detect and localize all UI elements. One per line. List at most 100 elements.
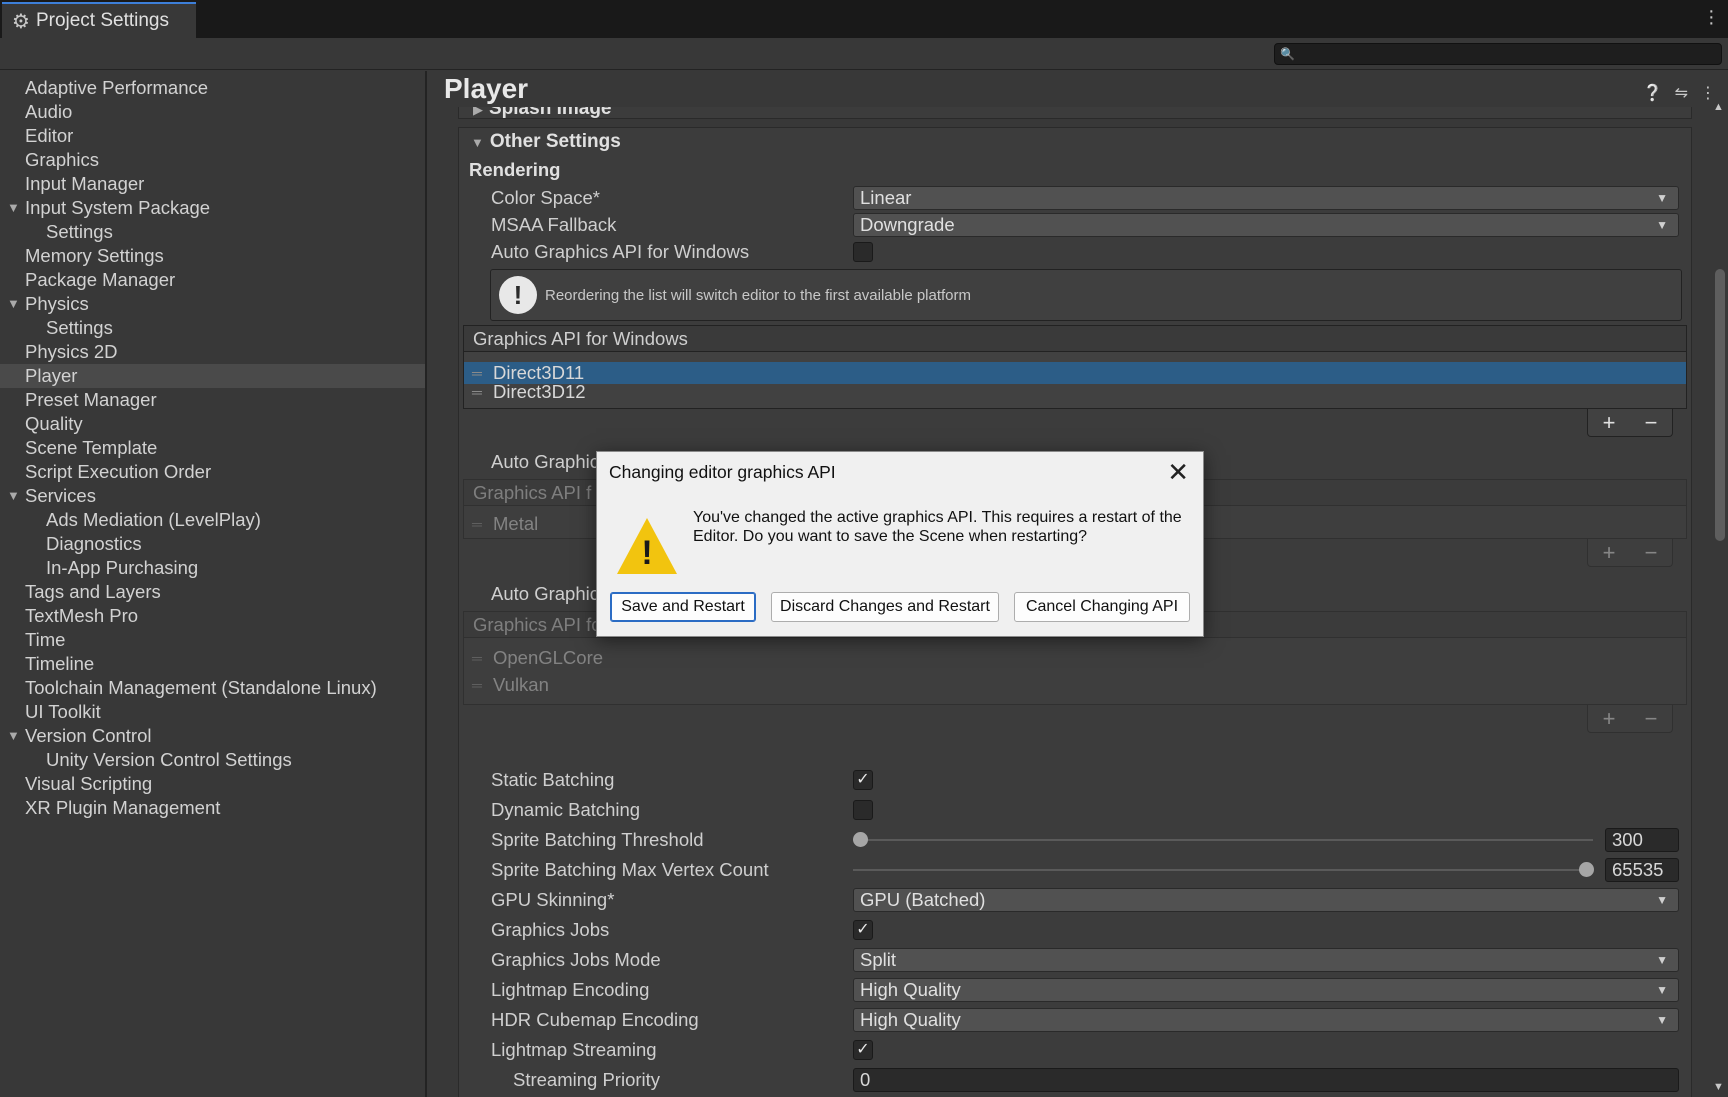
color-space-dropdown[interactable]: Linear ▼ [853,186,1679,210]
graphics-api-dialog: Changing editor graphics API ✕ ! You've … [596,451,1204,637]
gpu-skinning-dropdown[interactable]: GPU (Batched) ▼ [853,888,1679,912]
sprite-max-vertex-slider-track[interactable] [853,869,1593,871]
close-icon[interactable]: ✕ [1167,458,1189,486]
cancel-changing-api-button[interactable]: Cancel Changing API [1014,592,1190,622]
lightmap-encoding-dropdown[interactable]: High Quality ▼ [853,978,1679,1002]
sidebar-item-package-manager[interactable]: Package Manager [0,268,425,292]
sidebar-item-unity-version-control-settings[interactable]: Unity Version Control Settings [0,748,425,772]
hdr-cubemap-dropdown[interactable]: High Quality ▼ [853,1008,1679,1032]
remove-icon[interactable]: − [1645,540,1658,566]
drag-handle-icon[interactable]: ═ [472,384,482,400]
msaa-fallback-label: MSAA Fallback [491,214,617,235]
project-settings-tab[interactable]: ⚙ Project Settings [2,2,196,38]
auto-graphics-windows-checkbox[interactable] [853,242,873,262]
sidebar-item-input-manager[interactable]: Input Manager [0,172,425,196]
sprite-threshold-value-field[interactable]: 300 [1605,828,1679,852]
discard-changes-and-restart-button[interactable]: Discard Changes and Restart [771,592,999,622]
sidebar-item-scene-template[interactable]: Scene Template [0,436,425,460]
sidebar-item-ads-mediation-levelplay[interactable]: Ads Mediation (LevelPlay) [0,508,425,532]
sidebar-item-toolchain-management-standalone-linux[interactable]: Toolchain Management (Standalone Linux) [0,676,425,700]
color-space-label: Color Space* [491,187,601,208]
search-icon: 🔍 [1280,47,1295,61]
sidebar-item-in-app-purchasing[interactable]: In-App Purchasing [0,556,425,580]
sidebar-item-version-control[interactable]: ▼ Version Control [0,724,425,748]
vertical-scrollbar[interactable] [1711,101,1727,1097]
streaming-priority-field[interactable]: 0 [853,1068,1679,1092]
presets-icon[interactable]: ⇋ [1675,83,1688,103]
static-batching-checkbox[interactable]: ✓ [853,770,873,790]
list-item-vulkan[interactable]: ═ Vulkan [464,673,1686,697]
remove-icon[interactable]: − [1645,706,1658,732]
sidebar-item-timeline[interactable]: Timeline [0,652,425,676]
expand-arrow-icon: ▶ [473,107,483,117]
sprite-threshold-slider-track[interactable] [853,839,1593,841]
sidebar-item-script-execution-order[interactable]: Script Execution Order [0,460,425,484]
drag-handle-icon[interactable]: ═ [472,673,482,697]
sidebar-item-physics[interactable]: ▼ Physics [0,292,425,316]
window-menu-icon[interactable]: · · · [1708,1,1715,33]
search-input[interactable] [1274,43,1722,65]
sprite-max-vertex-slider-thumb[interactable] [1579,862,1594,877]
dynamic-batching-checkbox[interactable] [853,800,873,820]
drag-handle-icon[interactable]: ═ [472,362,482,384]
sidebar-item-input-system-package[interactable]: ▼ Input System Package [0,196,425,220]
sidebar-item-diagnostics[interactable]: Diagnostics [0,532,425,556]
save-and-restart-button[interactable]: Save and Restart [610,592,756,622]
sidebar-item-audio[interactable]: Audio [0,100,425,124]
sidebar-item-time[interactable]: Time [0,628,425,652]
static-batching-row: Static Batching ✓ [491,767,1679,793]
graphics-jobs-mode-dropdown[interactable]: Split ▼ [853,948,1679,972]
scroll-up-arrow-icon[interactable]: ▲ [1713,101,1724,113]
drag-handle-icon[interactable]: ═ [472,512,482,536]
sidebar-item-graphics[interactable]: Graphics [0,148,425,172]
sidebar-item-xr-plugin-management[interactable]: XR Plugin Management [0,796,425,820]
add-icon[interactable]: + [1603,540,1616,566]
scroll-down-arrow-icon[interactable]: ▼ [1713,1081,1724,1093]
help-icon[interactable]: ❔ [1643,83,1663,103]
sidebar-item-player[interactable]: Player [0,364,425,388]
sprite-max-vertex-value-field[interactable]: 65535 [1605,858,1679,882]
sidebar-item-preset-manager[interactable]: Preset Manager [0,388,425,412]
expand-arrow-icon[interactable]: ▼ [7,484,20,508]
sidebar-item-adaptive-performance[interactable]: Adaptive Performance [0,76,425,100]
other-settings-header[interactable]: ▼ Other Settings [471,131,621,153]
sidebar-item-label: Input Manager [25,173,145,194]
sidebar-item-settings[interactable]: Settings [0,220,425,244]
sidebar-item-tags-and-layers[interactable]: Tags and Layers [0,580,425,604]
collapse-arrow-icon: ▼ [471,135,484,150]
more-options-icon[interactable]: ⋮ [1700,83,1716,103]
expand-arrow-icon[interactable]: ▼ [7,196,20,220]
list-item-direct3d12[interactable]: ═ Direct3D12 [464,382,1686,404]
list-item-openglcore[interactable]: ═ OpenGLCore [464,646,1686,670]
scrollbar-thumb[interactable] [1715,269,1725,541]
sprite-max-vertex-label: Sprite Batching Max Vertex Count [491,859,769,880]
add-icon[interactable]: + [1603,706,1616,732]
sidebar-item-visual-scripting[interactable]: Visual Scripting [0,772,425,796]
msaa-fallback-dropdown[interactable]: Downgrade ▼ [853,213,1679,237]
gpu-skinning-label: GPU Skinning* [491,889,615,910]
sidebar-item-label: Memory Settings [25,245,164,266]
sidebar-item-label: Ads Mediation (LevelPlay) [46,509,261,530]
sidebar-item-services[interactable]: ▼ Services [0,484,425,508]
dropdown-caret-icon: ▼ [1656,1013,1668,1027]
sidebar-item-quality[interactable]: Quality [0,412,425,436]
sprite-threshold-slider-thumb[interactable] [853,832,868,847]
drag-handle-icon[interactable]: ═ [472,646,482,670]
expand-arrow-icon[interactable]: ▼ [7,724,20,748]
splash-image-section[interactable]: ▶ Splash Image [458,107,1692,119]
sidebar-item-ui-toolkit[interactable]: UI Toolkit [0,700,425,724]
lightmap-streaming-checkbox[interactable]: ✓ [853,1040,873,1060]
sidebar-item-physics-2d[interactable]: Physics 2D [0,340,425,364]
add-icon[interactable]: + [1603,410,1616,436]
remove-icon[interactable]: − [1645,410,1658,436]
sidebar-item-editor[interactable]: Editor [0,124,425,148]
expand-arrow-icon[interactable]: ▼ [7,292,20,316]
list-item-direct3d11[interactable]: ═ Direct3D11 [464,362,1686,384]
sidebar-item-settings[interactable]: Settings [0,316,425,340]
sidebar-item-label: Preset Manager [25,389,157,410]
graphics-jobs-checkbox[interactable]: ✓ [853,920,873,940]
static-batching-label: Static Batching [491,769,615,790]
auto-graphics-windows-row: Auto Graphics API for Windows [491,239,1679,265]
sidebar-item-textmesh-pro[interactable]: TextMesh Pro [0,604,425,628]
sidebar-item-memory-settings[interactable]: Memory Settings [0,244,425,268]
